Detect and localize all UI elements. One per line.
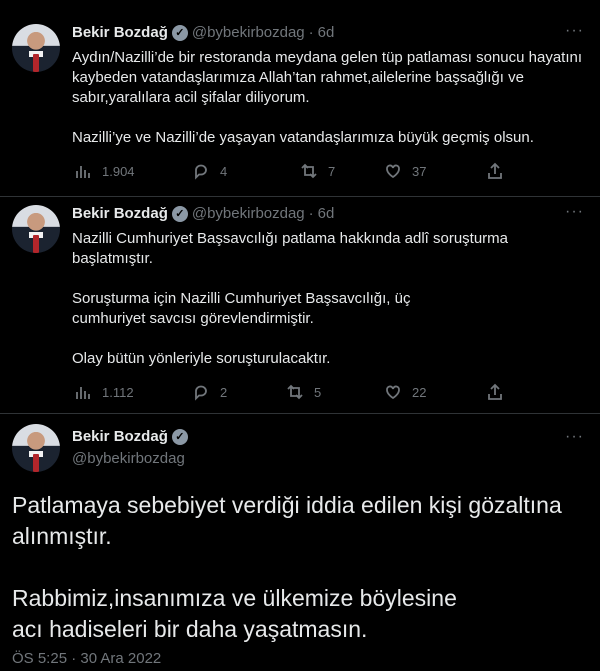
author-name[interactable]: Bekir Bozdağ — [72, 205, 168, 222]
author-name[interactable]: Bekir Bozdağ — [72, 24, 168, 41]
share-button[interactable] — [486, 162, 504, 180]
tweet-paragraph: Patlamaya sebebiyet verdiği iddia edilen… — [12, 492, 562, 549]
avatar[interactable] — [12, 24, 60, 72]
author-handle[interactable]: @bybekirbozdag — [192, 24, 305, 41]
more-icon[interactable]: ··· — [565, 428, 584, 446]
like-count: 37 — [412, 163, 427, 179]
tweet-paragraph: Soruşturma için Nazilli Cumhuriyet Başsa… — [72, 290, 411, 327]
separator-dot: · — [308, 24, 314, 41]
views-count: 1.904 — [102, 163, 135, 179]
tweet-1[interactable]: Bekir Bozdağ ✓ @bybekirbozdag · 6d ··· A… — [0, 0, 600, 196]
reply-count: 4 — [220, 163, 228, 179]
share-icon — [488, 162, 502, 179]
tweet-age[interactable]: 6d — [318, 24, 335, 41]
reply-button[interactable]: 4 — [192, 162, 227, 180]
more-icon[interactable]: ··· — [565, 203, 584, 221]
main-tweet: Bekir Bozdağ ✓ @bybekirbozdag ··· Patlam… — [0, 414, 600, 671]
tweet-text: Patlamaya sebebiyet verdiği iddia edilen… — [12, 490, 588, 645]
tweet-timestamp[interactable]: ÖS 5:25 · 30 Ara 2022 — [12, 650, 161, 667]
retweet-icon — [301, 163, 317, 179]
views-button[interactable]: 1.904 — [74, 162, 135, 180]
like-button[interactable]: 22 — [384, 383, 426, 401]
like-button[interactable]: 37 — [384, 162, 426, 180]
retweet-count: 7 — [328, 163, 336, 179]
views-icon — [76, 166, 90, 178]
reply-icon — [195, 164, 207, 180]
views-button[interactable]: 1.112 — [74, 383, 134, 401]
like-count: 22 — [412, 384, 427, 400]
views-icon — [76, 387, 90, 399]
tweet-paragraph: Aydın/Nazilli’de bir restoranda meydana … — [72, 49, 583, 106]
author-name[interactable]: Bekir Bozdağ — [72, 428, 168, 445]
action-bar: 1.904 4 7 37 — [72, 162, 508, 182]
avatar[interactable] — [12, 205, 60, 253]
like-icon — [386, 164, 400, 179]
more-icon[interactable]: ··· — [565, 22, 584, 40]
separator-dot: · — [308, 205, 314, 222]
share-button[interactable] — [486, 383, 504, 401]
tweet-2[interactable]: Bekir Bozdağ ✓ @bybekirbozdag · 6d ··· N… — [0, 197, 600, 413]
retweet-button[interactable]: 5 — [286, 383, 321, 401]
reply-button[interactable]: 2 — [192, 383, 227, 401]
share-icon — [488, 383, 502, 400]
reply-icon — [195, 385, 207, 401]
tweet-paragraph: Olay bütün yönleriyle soruşturulacaktır. — [72, 350, 331, 367]
verified-icon: ✓ — [171, 24, 188, 41]
tweet-paragraph: Nazilli’ye ve Nazilli’de yaşayan vatanda… — [72, 129, 534, 146]
verified-icon: ✓ — [171, 205, 188, 222]
tweet-paragraph: Rabbimiz,insanımıza ve ülkemize böylesin… — [12, 585, 457, 642]
retweet-icon — [287, 384, 303, 400]
action-bar: 1.112 2 5 22 — [72, 383, 508, 403]
tweet-header: Bekir Bozdağ ✓ @bybekirbozdag · 6d — [72, 205, 334, 222]
avatar[interactable] — [12, 424, 60, 472]
author-handle[interactable]: @bybekirbozdag — [72, 450, 185, 467]
reply-count: 2 — [220, 384, 228, 400]
tweet-header: Bekir Bozdağ ✓ — [72, 428, 188, 445]
author-handle[interactable]: @bybekirbozdag — [192, 205, 305, 222]
retweet-button[interactable]: 7 — [300, 162, 335, 180]
tweet-text: Aydın/Nazilli’de bir restoranda meydana … — [72, 48, 588, 148]
views-count: 1.112 — [102, 384, 134, 400]
verified-icon: ✓ — [171, 428, 188, 445]
tweet-text: Nazilli Cumhuriyet Başsavcılığı patlama … — [72, 229, 588, 369]
retweet-count: 5 — [314, 384, 322, 400]
like-icon — [386, 385, 400, 400]
tweet-age[interactable]: 6d — [318, 205, 335, 222]
tweet-paragraph: Nazilli Cumhuriyet Başsavcılığı patlama … — [72, 230, 509, 267]
tweet-header: Bekir Bozdağ ✓ @bybekirbozdag · 6d — [72, 24, 334, 41]
